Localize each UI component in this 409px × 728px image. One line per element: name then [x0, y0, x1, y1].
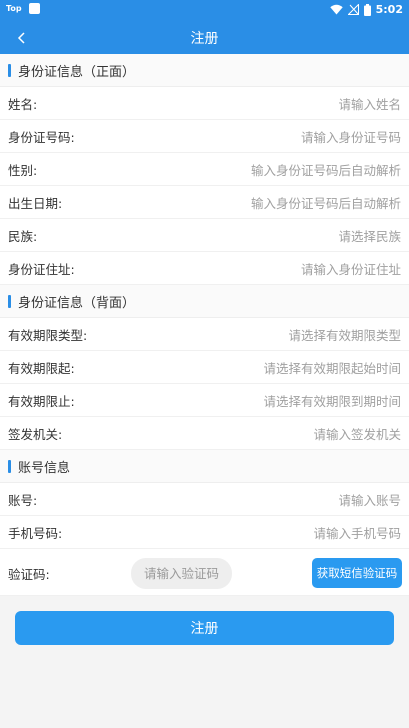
section-title: 身份证信息（正面）	[18, 64, 136, 80]
register-button[interactable]: 注册	[15, 611, 394, 645]
battery-icon	[363, 3, 371, 16]
section-header-account: 账号信息	[0, 450, 409, 483]
form-row-validity-end[interactable]: 有效期限止: 请选择有效期限到期时间	[0, 384, 409, 417]
name-input[interactable]: 请输入姓名	[338, 94, 401, 113]
form-row-birthdate: 出生日期: 输入身份证号码后自动解析	[0, 186, 409, 219]
section-accent-bar	[8, 294, 11, 308]
field-label: 身份证住址:	[8, 261, 75, 277]
signal-off-icon	[347, 4, 359, 15]
get-sms-code-button[interactable]: 获取短信验证码	[312, 558, 402, 588]
form-row-issuing-authority[interactable]: 签发机关: 请输入签发机关	[0, 417, 409, 450]
nav-bar: 注册	[0, 20, 409, 54]
section-header-id-front: 身份证信息（正面）	[0, 54, 409, 87]
gender-value: 输入身份证号码后自动解析	[250, 162, 401, 178]
field-label: 有效期限止:	[8, 393, 75, 409]
id-number-input[interactable]: 请输入身份证号码	[301, 127, 401, 146]
ethnicity-select[interactable]: 请选择民族	[338, 226, 401, 245]
verification-code-input[interactable]	[131, 558, 232, 589]
section-header-id-back: 身份证信息（背面）	[0, 285, 409, 318]
notification-icon	[28, 3, 40, 14]
form-row-validity-start[interactable]: 有效期限起: 请选择有效期限起始时间	[0, 351, 409, 384]
field-label: 手机号码:	[8, 525, 63, 541]
app-tag: Top	[6, 4, 22, 13]
field-label: 账号:	[8, 492, 38, 508]
wifi-icon	[329, 4, 343, 15]
form-row-phone[interactable]: 手机号码: 请输入手机号码	[0, 516, 409, 549]
form-row-account[interactable]: 账号: 请输入账号	[0, 483, 409, 516]
section-title: 身份证信息（背面）	[18, 295, 136, 311]
register-form: 身份证信息（正面） 姓名: 请输入姓名 身份证号码: 请输入身份证号码 性别: …	[0, 54, 409, 596]
account-input[interactable]: 请输入账号	[338, 490, 401, 509]
form-row-verification: 验证码: 获取短信验证码	[0, 549, 409, 596]
address-input[interactable]: 请输入身份证住址	[301, 259, 401, 278]
issuing-authority-input[interactable]: 请输入签发机关	[313, 424, 401, 443]
form-row-name[interactable]: 姓名: 请输入姓名	[0, 87, 409, 120]
field-label: 民族:	[8, 228, 38, 244]
phone-input[interactable]: 请输入手机号码	[313, 523, 401, 542]
form-row-id-number[interactable]: 身份证号码: 请输入身份证号码	[0, 120, 409, 153]
form-row-ethnicity[interactable]: 民族: 请选择民族	[0, 219, 409, 252]
validity-start-select[interactable]: 请选择有效期限起始时间	[263, 358, 401, 377]
form-row-address[interactable]: 身份证住址: 请输入身份证住址	[0, 252, 409, 285]
field-label: 验证码:	[8, 567, 50, 582]
field-label: 出生日期:	[8, 195, 63, 211]
section-accent-bar	[8, 459, 11, 473]
section-accent-bar	[8, 63, 11, 77]
status-time: 5:02	[375, 3, 403, 16]
field-label: 身份证号码:	[8, 129, 75, 145]
field-label: 签发机关:	[8, 426, 63, 442]
status-bar: Top 5:02	[0, 0, 409, 20]
section-title: 账号信息	[18, 460, 71, 476]
field-label: 有效期限起:	[8, 360, 75, 376]
field-label: 性别:	[8, 162, 38, 178]
birthdate-value: 输入身份证号码后自动解析	[250, 195, 401, 211]
page-title: 注册	[190, 31, 219, 47]
field-label: 姓名:	[8, 96, 38, 112]
status-right: 5:02	[325, 3, 403, 16]
status-left: Top	[6, 3, 40, 14]
form-row-gender: 性别: 输入身份证号码后自动解析	[0, 153, 409, 186]
field-label: 有效期限类型:	[8, 327, 88, 343]
validity-type-select[interactable]: 请选择有效期限类型	[288, 325, 401, 344]
form-row-validity-type[interactable]: 有效期限类型: 请选择有效期限类型	[0, 318, 409, 351]
validity-end-select[interactable]: 请选择有效期限到期时间	[263, 391, 401, 410]
